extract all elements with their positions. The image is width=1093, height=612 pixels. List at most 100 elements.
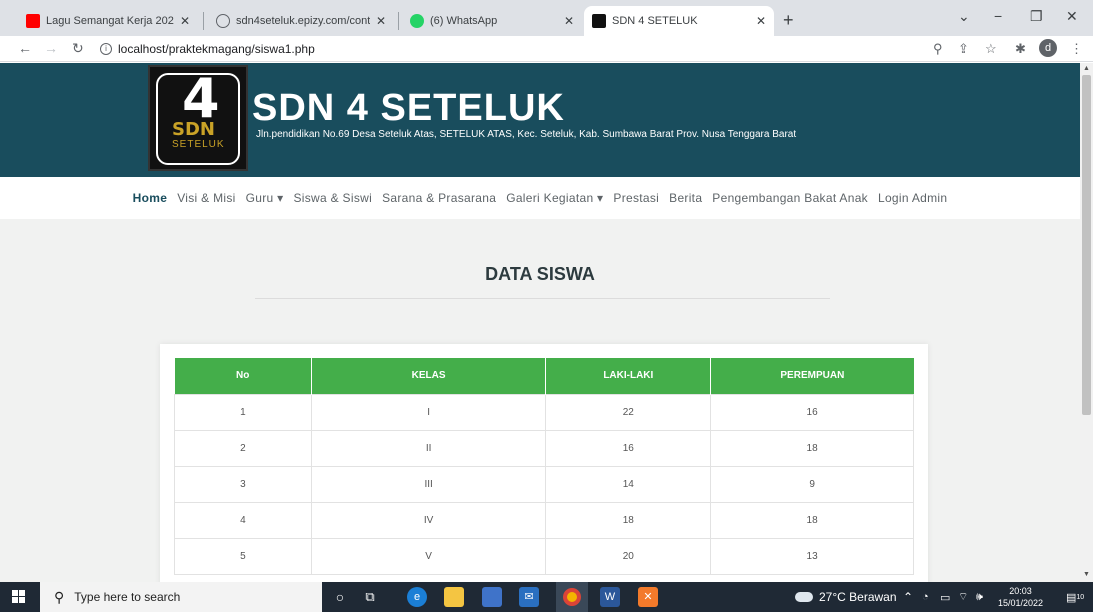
column-header-laki-laki: LAKI-LAKI: [545, 358, 712, 394]
nav-berita[interactable]: Berita: [669, 191, 702, 205]
cell-laki-laki: 14: [545, 465, 712, 503]
site-address: Jln.pendidikan No.69 Desa Seteluk Atas, …: [256, 129, 797, 140]
search-placeholder: Type here to search: [74, 590, 181, 604]
scrollbar-thumb[interactable]: [1082, 75, 1091, 415]
notification-count: 10: [1076, 593, 1085, 601]
cell-perempuan: 18: [710, 501, 914, 539]
tab-search-chevron-icon[interactable]: ⌄: [958, 8, 970, 25]
nav-login-admin[interactable]: Login Admin: [878, 191, 947, 205]
close-tab-icon[interactable]: ✕: [376, 14, 386, 28]
nav-visi-misi[interactable]: Visi & Misi: [177, 191, 235, 205]
nav-home[interactable]: Home: [133, 191, 168, 205]
nav-sarana-prasarana[interactable]: Sarana & Prasarana: [382, 191, 496, 205]
tab-title: (6) WhatsApp: [430, 15, 498, 27]
nav-prestasi[interactable]: Prestasi: [613, 191, 659, 205]
scroll-up-arrow-icon[interactable]: ▲: [1083, 65, 1090, 72]
cell-no: 2: [174, 429, 312, 467]
taskbar-search-box[interactable]: ⚲ Type here to search: [40, 582, 322, 612]
page-scrollbar[interactable]: ▲ ▼: [1080, 63, 1093, 582]
table-row: 4 IV 18 18: [174, 501, 914, 539]
nav-guru-dropdown[interactable]: Guru ▾: [246, 191, 284, 205]
section-title: DATA SISWA: [485, 264, 595, 284]
word-icon[interactable]: W: [600, 587, 620, 607]
nav-pengembangan-bakat[interactable]: Pengembangan Bakat Anak: [712, 191, 868, 205]
site-title: SDN 4 SETELUK: [252, 87, 565, 129]
column-header-no: No: [174, 358, 312, 394]
cell-laki-laki: 16: [545, 429, 712, 467]
tray-chevron-icon[interactable]: ⌃: [903, 582, 913, 612]
browser-tab-4-active[interactable]: SDN 4 SETELUK ✕: [584, 6, 774, 36]
tab-separator: [398, 12, 399, 30]
close-tab-icon[interactable]: ✕: [756, 14, 766, 28]
cortana-icon[interactable]: ○: [330, 587, 350, 607]
scroll-down-arrow-icon[interactable]: ▼: [1083, 571, 1090, 578]
browser-tab-strip: Lagu Semangat Kerja 2021 | Top ✕ sdn4set…: [0, 0, 1093, 36]
volume-icon[interactable]: 🕪: [976, 582, 983, 612]
extensions-puzzle-icon[interactable]: ✱: [1015, 41, 1026, 57]
restore-button[interactable]: ❐: [1030, 8, 1043, 25]
mail-icon[interactable]: ✉: [519, 587, 539, 607]
address-bar[interactable]: i localhost/praktekmagang/siswa1.php: [100, 39, 315, 59]
chrome-icon: [563, 588, 581, 606]
cell-no: 3: [174, 465, 312, 503]
file-explorer-icon[interactable]: [444, 587, 464, 607]
browser-tab-3[interactable]: (6) WhatsApp ✕: [402, 6, 582, 36]
reload-icon[interactable]: ↻: [72, 40, 84, 57]
edge-browser-icon[interactable]: e: [407, 587, 427, 607]
weather-widget[interactable]: 27°C Berawan: [795, 582, 897, 612]
store-icon[interactable]: [482, 587, 502, 607]
close-tab-icon[interactable]: ✕: [564, 14, 574, 28]
title-divider: [255, 298, 830, 299]
site-header-banner: 4 SDN SETELUK SDN 4 SETELUK Jln.pendidik…: [0, 63, 1080, 177]
zoom-icon[interactable]: ⚲: [933, 41, 943, 57]
forward-arrow-icon[interactable]: →: [44, 40, 58, 56]
clock-date: 15/01/2022: [998, 598, 1044, 608]
bookmark-star-icon[interactable]: ☆: [985, 41, 997, 57]
cell-no: 1: [174, 393, 312, 431]
browser-tab-2[interactable]: sdn4seteluk.epizy.com/control/u ✕: [208, 6, 394, 36]
network-icon[interactable]: ◔: [922, 582, 929, 612]
cell-kelas: III: [310, 465, 547, 503]
cloud-icon: [795, 592, 813, 602]
share-icon[interactable]: ⇪: [958, 41, 969, 57]
profile-avatar[interactable]: d: [1039, 39, 1057, 57]
system-clock[interactable]: 20:03 15/01/2022: [998, 585, 1043, 609]
logo-text: SDN: [172, 119, 215, 140]
notification-center-icon[interactable]: ▤ 10: [1066, 582, 1084, 612]
cell-perempuan: 13: [710, 537, 914, 575]
wifi-icon[interactable]: ⌔: [958, 582, 968, 612]
menu-kebab-icon[interactable]: ⋮: [1070, 41, 1083, 57]
url-text: localhost/praktekmagang/siswa1.php: [118, 42, 315, 56]
close-tab-icon[interactable]: ✕: [180, 14, 190, 28]
nav-siswa-siswi[interactable]: Siswa & Siswi: [293, 191, 372, 205]
windows-start-icon[interactable]: [12, 590, 26, 604]
cell-perempuan: 18: [710, 429, 914, 467]
chrome-taskbar-button[interactable]: [556, 582, 588, 612]
windows-taskbar: ⚲ Type here to search ○ ⧉ e ✉ W ✕ 27°C B…: [0, 582, 1093, 612]
site-info-icon[interactable]: i: [100, 43, 112, 55]
school-logo-icon: [592, 14, 606, 28]
cell-laki-laki: 22: [545, 393, 712, 431]
minimize-button[interactable]: −: [994, 8, 1002, 24]
youtube-icon: [26, 14, 40, 28]
browser-tab-1[interactable]: Lagu Semangat Kerja 2021 | Top ✕: [18, 6, 198, 36]
cell-perempuan: 16: [710, 393, 914, 431]
close-window-button[interactable]: ✕: [1066, 8, 1078, 25]
battery-icon[interactable]: ▭: [940, 582, 950, 612]
tab-separator: [203, 12, 204, 30]
task-view-icon[interactable]: ⧉: [360, 587, 380, 607]
table-header-row: No KELAS LAKI-LAKI PEREMPUAN: [174, 358, 914, 394]
xampp-icon[interactable]: ✕: [638, 587, 658, 607]
table-row: 1 I 22 16: [174, 393, 914, 431]
logo-subtext: SETELUK: [172, 139, 225, 150]
new-tab-button[interactable]: +: [783, 10, 794, 31]
cell-kelas: IV: [310, 501, 547, 539]
cell-laki-laki: 18: [545, 501, 712, 539]
table-row: 3 III 14 9: [174, 465, 914, 503]
globe-icon: [216, 14, 230, 28]
nav-galeri-kegiatan-dropdown[interactable]: Galeri Kegiatan ▾: [506, 191, 603, 205]
weather-text: 27°C Berawan: [819, 590, 897, 604]
back-arrow-icon[interactable]: ←: [18, 40, 32, 56]
clock-time: 20:03: [1009, 586, 1032, 596]
main-navigation: Home Visi & Misi Guru ▾ Siswa & Siswi Sa…: [0, 177, 1080, 219]
